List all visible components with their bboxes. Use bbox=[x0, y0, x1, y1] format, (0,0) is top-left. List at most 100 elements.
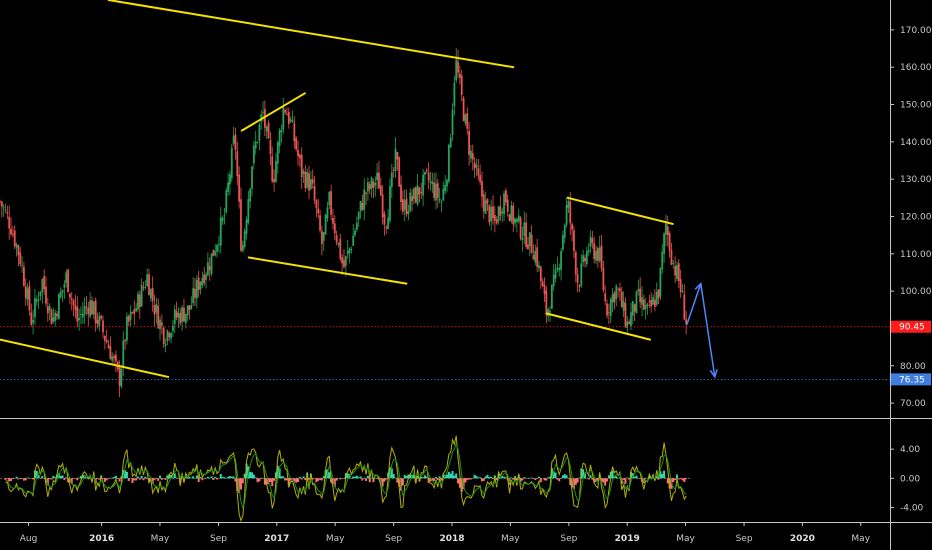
oscillator-histogram-bar bbox=[271, 478, 274, 487]
candle-body bbox=[429, 180, 432, 183]
oscillator-histogram-bar bbox=[567, 478, 570, 479]
oscillator-histogram-bar bbox=[98, 478, 101, 480]
oscillator-histogram-bar bbox=[534, 478, 537, 481]
candle-body bbox=[576, 274, 579, 283]
oscillator-histogram-bar bbox=[401, 478, 404, 486]
candle-body bbox=[527, 244, 529, 249]
oscillator-histogram-bar bbox=[644, 477, 647, 479]
candle-body bbox=[135, 308, 138, 312]
candle-body bbox=[199, 281, 202, 290]
oscillator-histogram-bar bbox=[446, 474, 449, 479]
oscillator-histogram-bar bbox=[530, 477, 533, 479]
oscillator-histogram-bar bbox=[675, 474, 678, 479]
candle-body bbox=[482, 194, 485, 212]
price-badge-label: 76.35 bbox=[899, 375, 925, 385]
candle-body bbox=[416, 185, 419, 205]
candle-body bbox=[65, 272, 68, 284]
oscillator-histogram-bar bbox=[258, 478, 261, 482]
oscillator-histogram-bar bbox=[672, 478, 675, 483]
candle-body bbox=[34, 298, 36, 318]
candle-body bbox=[109, 346, 112, 360]
oscillator-histogram-bar bbox=[206, 476, 209, 479]
oscillator-histogram-bar bbox=[193, 478, 196, 479]
candle-body bbox=[337, 242, 340, 245]
candle-body bbox=[387, 217, 390, 230]
candle-body bbox=[596, 248, 599, 261]
candle-body bbox=[92, 301, 95, 315]
oscillator-histogram-bar bbox=[554, 472, 557, 479]
candle-body bbox=[617, 288, 619, 290]
oscillator-histogram-bar bbox=[260, 478, 263, 479]
candle-body bbox=[545, 290, 548, 316]
candle-body bbox=[411, 196, 413, 202]
candle-body bbox=[372, 181, 375, 188]
candle-body bbox=[573, 230, 575, 252]
candle-body bbox=[326, 207, 329, 219]
candle-body bbox=[587, 249, 590, 252]
candle-body bbox=[321, 231, 323, 245]
candle-body bbox=[650, 299, 653, 307]
candle-body bbox=[344, 256, 347, 266]
candle-body bbox=[396, 152, 399, 160]
candle-body bbox=[45, 286, 47, 304]
oscillator-histogram-bar bbox=[282, 476, 285, 479]
oscillator-histogram-bar bbox=[626, 477, 629, 479]
candle-body bbox=[21, 264, 23, 266]
oscillator-histogram-bar bbox=[61, 475, 64, 479]
oscillator-histogram-bar bbox=[536, 478, 539, 479]
candle-body bbox=[194, 288, 196, 298]
candle-body bbox=[462, 97, 465, 121]
price-axis-label: 120.00 bbox=[900, 212, 932, 222]
candle-body bbox=[661, 251, 664, 270]
candle-body bbox=[550, 284, 553, 309]
time-axis-label: May bbox=[851, 534, 870, 544]
candle-body bbox=[94, 300, 97, 323]
oscillator-histogram-bar bbox=[457, 478, 460, 484]
oscillator-histogram-bar bbox=[232, 476, 235, 479]
candle-body bbox=[488, 205, 491, 223]
candle-body bbox=[547, 309, 550, 317]
oscillator-histogram-bar bbox=[127, 478, 130, 481]
candle-body bbox=[677, 263, 680, 282]
candle-body bbox=[287, 111, 290, 124]
candle-body bbox=[258, 124, 261, 141]
oscillator-histogram-bar bbox=[366, 475, 369, 479]
chart-workspace[interactable]: 170.00 160.00 150.00 140.00 130.00 120.00 110.… bbox=[0, 0, 932, 550]
candle-body bbox=[438, 198, 441, 201]
oscillator-histogram-bar bbox=[350, 478, 353, 479]
oscillator-histogram-bar bbox=[357, 477, 360, 479]
candle-body bbox=[162, 327, 165, 345]
candle-body bbox=[427, 172, 430, 181]
oscillator-histogram-bar bbox=[136, 476, 139, 479]
candle-body bbox=[238, 174, 241, 202]
candle-body bbox=[365, 192, 367, 194]
candle-body bbox=[400, 184, 402, 203]
candle-body bbox=[275, 161, 277, 182]
candle-body bbox=[265, 126, 268, 132]
time-axis-label: Sep bbox=[560, 534, 577, 544]
oscillator-histogram-bar bbox=[475, 476, 478, 479]
oscillator-histogram-bar bbox=[469, 478, 472, 480]
candle-body bbox=[309, 179, 312, 189]
oscillator-histogram-bar bbox=[26, 477, 29, 479]
candle-body bbox=[611, 294, 614, 303]
candle-body bbox=[381, 194, 384, 218]
time-axis-label: Sep bbox=[210, 534, 227, 544]
oscillator-histogram-bar bbox=[433, 478, 436, 481]
oscillator-histogram-bar bbox=[313, 478, 316, 479]
candle-body bbox=[137, 293, 139, 310]
candle-body bbox=[144, 287, 147, 288]
oscillator-histogram-bar bbox=[199, 477, 202, 479]
candle-body bbox=[313, 185, 316, 201]
oscillator-histogram-bar bbox=[543, 478, 546, 481]
oscillator-histogram-bar bbox=[532, 478, 535, 479]
chart-canvas[interactable]: 170.00 160.00 150.00 140.00 130.00 120.00 110.… bbox=[0, 0, 932, 550]
oscillator-histogram-bar bbox=[589, 475, 592, 479]
candle-body bbox=[140, 284, 143, 307]
oscillator-histogram-bar bbox=[466, 478, 469, 481]
oscillator-histogram-bar bbox=[637, 478, 640, 479]
candle-body bbox=[512, 205, 515, 225]
candle-body bbox=[405, 198, 408, 215]
candle-body bbox=[521, 237, 524, 241]
candle-body bbox=[630, 312, 632, 327]
